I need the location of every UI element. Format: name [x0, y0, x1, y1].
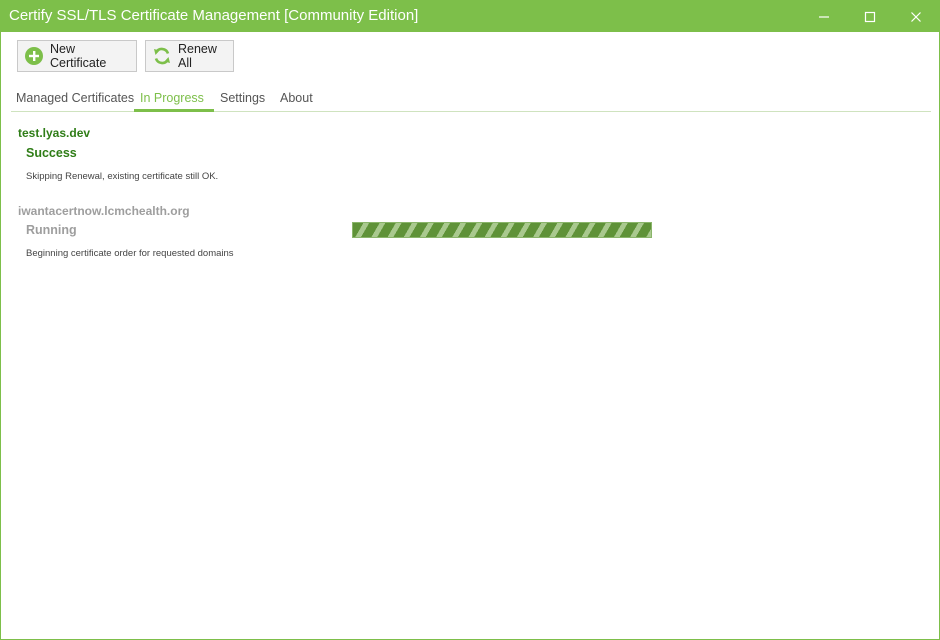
plus-circle-icon: [25, 47, 43, 65]
new-certificate-button[interactable]: New Certificate: [17, 40, 137, 72]
tab-settings[interactable]: Settings: [220, 89, 265, 111]
minimize-button[interactable]: [801, 1, 847, 32]
tab-in-progress[interactable]: In Progress: [134, 89, 214, 112]
item-message: Beginning certificate order for requeste…: [26, 248, 234, 259]
item-status: Running: [26, 223, 77, 237]
new-certificate-label: New Certificate: [50, 42, 107, 70]
close-icon: [911, 11, 921, 22]
minimize-icon: [819, 15, 829, 18]
tab-managed-certificates[interactable]: Managed Certificates: [16, 89, 134, 111]
renew-all-label: Renew All: [178, 42, 217, 70]
item-domain: test.lyas.dev: [18, 126, 91, 140]
tab-about[interactable]: About: [280, 89, 313, 111]
progress-bar-fill: [353, 223, 651, 237]
progress-bar: [352, 222, 652, 238]
maximize-button[interactable]: [847, 1, 893, 32]
title-bar[interactable]: Certify SSL/TLS Certificate Management […: [1, 1, 939, 32]
maximize-icon: [864, 11, 876, 22]
item-domain: iwantacertnow.lcmchealth.org: [18, 204, 190, 218]
window-title: Certify SSL/TLS Certificate Management […: [9, 7, 419, 24]
app-window: Certify SSL/TLS Certificate Management […: [0, 0, 940, 640]
refresh-icon: [154, 47, 170, 65]
item-message: Skipping Renewal, existing certificate s…: [26, 171, 219, 182]
close-button[interactable]: [893, 1, 939, 32]
renew-all-button[interactable]: Renew All: [145, 40, 234, 72]
main-tabs: Managed Certificates In Progress Setting…: [11, 89, 931, 112]
item-status: Success: [26, 146, 77, 160]
